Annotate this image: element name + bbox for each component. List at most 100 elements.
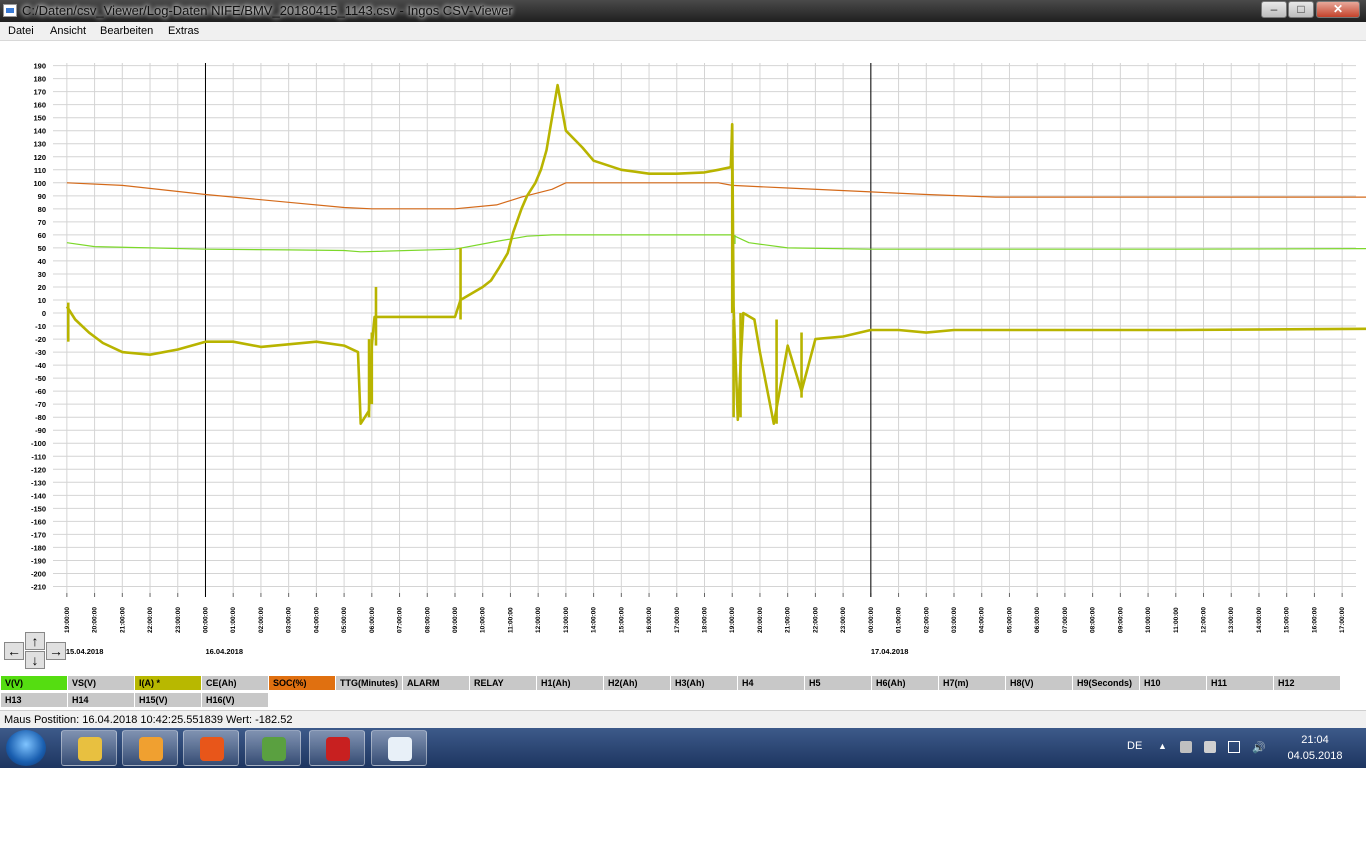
menu-extras[interactable]: Extras: [168, 25, 199, 37]
language-indicator[interactable]: DE: [1127, 740, 1142, 752]
legend-item[interactable]: H14: [68, 693, 134, 707]
menu-bearbeiten[interactable]: Bearbeiten: [100, 25, 153, 37]
x-tick-label: 10:00:00: [1145, 607, 1152, 633]
y-tick-label: -30: [35, 348, 46, 357]
legend-item[interactable]: H11: [1207, 676, 1273, 690]
action-center-icon[interactable]: [1180, 741, 1192, 753]
legend-item[interactable]: H3(Ah): [671, 676, 737, 690]
x-tick-label: 16:00:00: [646, 607, 653, 633]
x-tick-label: 23:00:00: [175, 607, 182, 633]
clock-time[interactable]: 21:04: [1284, 734, 1346, 746]
y-tick-label: -50: [35, 374, 46, 383]
csv-viewer-icon: [388, 737, 412, 761]
menu-datei[interactable]: Datei: [8, 25, 34, 37]
series-line: [66, 234, 1366, 253]
volume-icon[interactable]: 🔊: [1252, 741, 1266, 754]
y-tick-label: -150: [31, 504, 46, 513]
x-tick-label: 05:00:00: [1006, 607, 1013, 633]
y-tick-label: -10: [35, 322, 46, 331]
x-tick-label: 11:00:00: [507, 607, 514, 633]
x-tick-label: 09:00:00: [1117, 607, 1124, 633]
x-tick-label: 05:00:00: [341, 607, 348, 633]
legend-item[interactable]: H9(Seconds): [1073, 676, 1139, 690]
y-tick-label: 50: [38, 244, 46, 253]
taskbar-app-firefox[interactable]: [183, 730, 239, 766]
y-tick-label: -80: [35, 413, 46, 422]
y-tick-label: -170: [31, 530, 46, 539]
y-tick-label: 70: [38, 218, 46, 227]
legend-item[interactable]: H10: [1140, 676, 1206, 690]
legend-item[interactable]: H2(Ah): [604, 676, 670, 690]
x-tick-label: 08:00:00: [424, 607, 431, 633]
taskbar-app-outlook[interactable]: [122, 730, 178, 766]
pan-down-button[interactable]: ↓: [25, 651, 45, 669]
y-tick-label: 40: [38, 257, 46, 266]
legend-item[interactable]: CE(Ah): [202, 676, 268, 690]
y-tick-label: -110: [31, 452, 46, 461]
firefox-icon: [200, 737, 224, 761]
x-tick-label: 16:00:00: [1311, 607, 1318, 633]
x-tick-label: 08:00:00: [1090, 607, 1097, 633]
y-tick-label: 170: [33, 88, 46, 97]
y-tick-label: -180: [31, 543, 46, 552]
network-icon[interactable]: [1228, 741, 1240, 753]
pan-up-button[interactable]: ↑: [25, 632, 45, 650]
x-tick-label: 14:00:00: [1256, 607, 1263, 633]
taskbar-app-pdf-reader[interactable]: [309, 730, 365, 766]
y-tick-label: -20: [35, 335, 46, 344]
chart-area[interactable]: 190 180 170 160 150 140 130 120 110 100 90 80 70 60 50…: [0, 41, 1366, 673]
legend-item[interactable]: ALARM: [403, 676, 469, 690]
x-tick-label: 20:00:00: [92, 607, 99, 633]
legend-item[interactable]: H5: [805, 676, 871, 690]
update-icon[interactable]: [1204, 741, 1216, 753]
x-tick-label: 02:00:00: [923, 607, 930, 633]
minimize-button[interactable]: –: [1261, 1, 1287, 18]
x-tick-label: 07:00:00: [397, 607, 404, 633]
taskbar-app-csv-viewer[interactable]: [371, 730, 427, 766]
taskbar-app-explorer[interactable]: [61, 730, 117, 766]
legend-item[interactable]: H1(Ah): [537, 676, 603, 690]
x-tick-label: 02:00:00: [258, 607, 265, 633]
legend-item[interactable]: I(A) *: [135, 676, 201, 690]
close-button[interactable]: ✕: [1316, 1, 1360, 18]
line-chart[interactable]: 1901801701601501401301201101009080706050…: [0, 41, 1366, 673]
clock-date[interactable]: 04.05.2018: [1284, 750, 1346, 762]
series-legend: V(V) VS(V) I(A) * CE(Ah) SOC(%) TTG(Minutes) A…: [0, 674, 1366, 708]
legend-item[interactable]: H7(m): [939, 676, 1005, 690]
x-tick-label: 10:00:00: [480, 607, 487, 633]
menu-bar: Datei Ansicht Bearbeiten Extras: [0, 22, 1366, 41]
y-tick-label: -210: [31, 582, 46, 591]
legend-item[interactable]: VS(V): [68, 676, 134, 690]
pdf-reader-icon: [326, 737, 350, 761]
y-tick-label: 140: [33, 127, 46, 136]
legend-item[interactable]: H6(Ah): [872, 676, 938, 690]
pan-right-button[interactable]: →: [46, 642, 66, 660]
taskbar-app-network-app[interactable]: [245, 730, 301, 766]
legend-item[interactable]: H13: [1, 693, 67, 707]
x-tick-label: 23:00:00: [840, 607, 847, 633]
legend-item[interactable]: SOC(%): [269, 676, 335, 690]
x-tick-label: 04:00:00: [313, 607, 320, 633]
legend-item[interactable]: H16(V): [202, 693, 268, 707]
x-tick-label: 04:00:00: [979, 607, 986, 633]
legend-item[interactable]: H8(V): [1006, 676, 1072, 690]
legend-item[interactable]: TTG(Minutes): [336, 676, 402, 690]
pan-left-button[interactable]: ←: [4, 642, 24, 660]
y-tick-label: 190: [33, 62, 46, 71]
x-tick-label: 15:00:00: [1284, 607, 1291, 633]
maximize-button[interactable]: □: [1288, 1, 1314, 18]
legend-item[interactable]: H4: [738, 676, 804, 690]
y-tick-label: 130: [33, 140, 46, 149]
y-tick-label: -190: [31, 556, 46, 565]
x-tick-label: 01:00:00: [896, 607, 903, 633]
x-tick-label: 22:00:00: [812, 607, 819, 633]
y-tick-label: -140: [31, 491, 46, 500]
legend-item[interactable]: RELAY: [470, 676, 536, 690]
menu-ansicht[interactable]: Ansicht: [50, 25, 86, 37]
title-bar[interactable]: C:/Daten/csv_Viewer/Log-Daten NIFE/BMV_2…: [0, 0, 1366, 22]
start-button[interactable]: [6, 730, 46, 766]
tray-expand-icon[interactable]: ▲: [1158, 741, 1170, 753]
legend-item[interactable]: V(V): [1, 676, 67, 690]
legend-item[interactable]: H15(V): [135, 693, 201, 707]
legend-item[interactable]: H12: [1274, 676, 1340, 690]
